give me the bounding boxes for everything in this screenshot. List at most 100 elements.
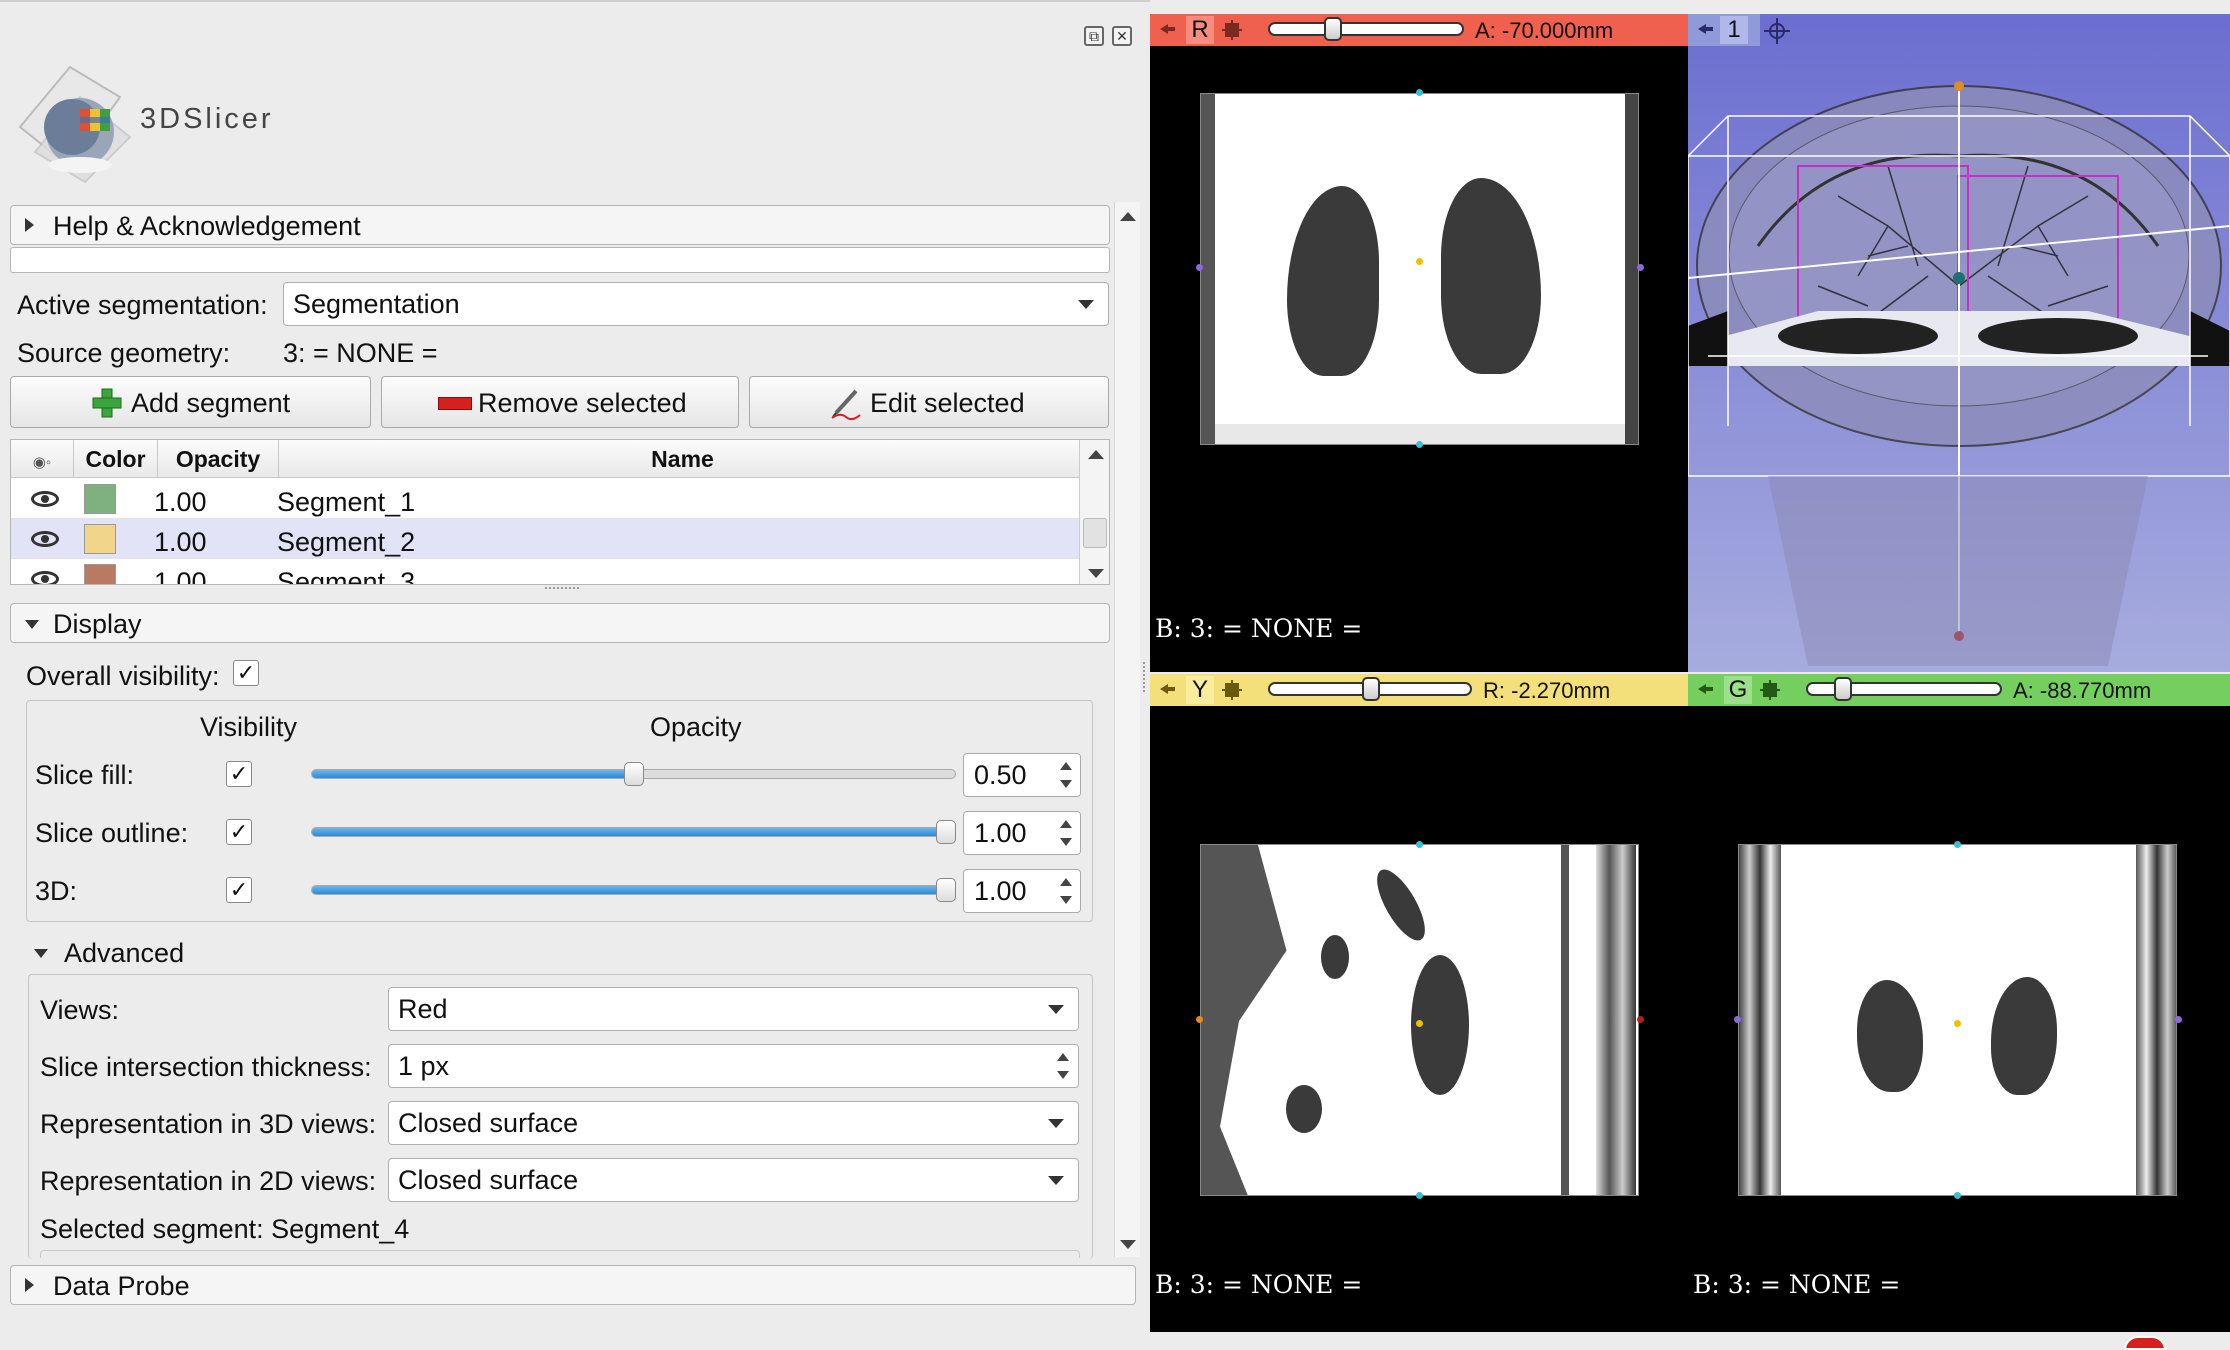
advanced-section-toggle[interactable]: Advanced	[26, 937, 326, 971]
name-column-header[interactable]: Name	[279, 440, 1087, 478]
segment-name[interactable]: Segment_2	[277, 527, 415, 558]
three-d-slider[interactable]	[311, 878, 956, 902]
yellow-slice-offset-slider[interactable]	[1268, 677, 1472, 701]
help-section-title: Help & Acknowledgement	[53, 211, 361, 241]
close-panel-button[interactable]: ✕	[1112, 26, 1132, 46]
segment-opacity[interactable]: 1.00	[154, 487, 207, 518]
representation-2d-combo[interactable]: Closed surface	[388, 1158, 1079, 1202]
panel-scrollbar[interactable]	[1114, 202, 1140, 1257]
slider-handle[interactable]	[1362, 677, 1380, 701]
slider-handle[interactable]	[624, 762, 644, 786]
spin-down-icon[interactable]	[1060, 896, 1072, 904]
slider-handle[interactable]	[936, 878, 956, 902]
status-bar	[1150, 1332, 2230, 1350]
spin-up-icon[interactable]	[1060, 878, 1072, 886]
splitter-handle[interactable]	[545, 587, 579, 591]
spin-down-icon[interactable]	[1060, 838, 1072, 846]
error-log-icon[interactable]	[2124, 1336, 2166, 1350]
slice-outline-slider[interactable]	[311, 820, 956, 844]
segment-name[interactable]: Segment_1	[277, 487, 415, 518]
pin-icon[interactable]	[1696, 22, 1714, 36]
spin-down-icon[interactable]	[1060, 780, 1072, 788]
slice-fill-slider[interactable]	[311, 762, 956, 786]
representation-3d-combo[interactable]: Closed surface	[388, 1101, 1079, 1145]
eye-icon[interactable]	[31, 531, 59, 547]
chevron-down-icon	[1048, 1119, 1064, 1128]
slice-fill-opacity-spinbox[interactable]: 0.50	[963, 753, 1081, 797]
link-icon[interactable]	[1760, 680, 1780, 700]
table-row[interactable]: 1.00 Segment_1	[11, 479, 1079, 519]
pin-icon[interactable]	[1696, 682, 1714, 696]
segment-color-swatch[interactable]	[84, 484, 116, 514]
green-slice-view[interactable]: G A: -88.770mm B: 3: = NONE =	[1688, 674, 2230, 1332]
green-view-letter[interactable]: G	[1724, 676, 1752, 704]
data-probe-section-title: Data Probe	[53, 1271, 190, 1301]
slider-handle[interactable]	[936, 820, 956, 844]
three-d-view[interactable]: 1	[1688, 14, 2230, 672]
scroll-down-icon[interactable]	[1120, 1240, 1136, 1249]
table-scrollbar[interactable]	[1079, 440, 1109, 584]
eye-icon[interactable]	[31, 491, 59, 507]
views-combo[interactable]: Red	[388, 987, 1079, 1031]
slice-intersection-thickness-spinbox[interactable]: 1 px	[388, 1044, 1079, 1088]
overall-visibility-label: Overall visibility:	[26, 661, 220, 691]
overall-visibility-checkbox[interactable]: ✓	[233, 660, 259, 686]
slider-handle[interactable]	[1834, 677, 1852, 701]
yellow-view-letter[interactable]: Y	[1186, 676, 1214, 704]
data-probe-section[interactable]: Data Probe	[10, 1265, 1136, 1305]
spin-up-icon[interactable]	[1060, 820, 1072, 828]
scroll-up-icon[interactable]	[1088, 450, 1104, 459]
slice-outline-checkbox[interactable]: ✓	[226, 819, 252, 845]
link-icon[interactable]	[1222, 680, 1242, 700]
scroll-thumb[interactable]	[1083, 518, 1107, 548]
pin-icon[interactable]	[1158, 22, 1176, 36]
slider-handle[interactable]	[1324, 17, 1342, 41]
table-row[interactable]: 1.00 Segment_2	[11, 519, 1079, 559]
float-panel-button[interactable]: ⧉	[1084, 26, 1104, 46]
segment-color-swatch[interactable]	[84, 524, 116, 554]
eye-icon[interactable]	[31, 571, 59, 584]
opacity-column-header[interactable]: Opacity	[158, 440, 279, 478]
spin-up-icon[interactable]	[1060, 762, 1072, 770]
slice-intersection-thickness-label: Slice intersection thickness:	[40, 1052, 372, 1082]
red-ct-image	[1200, 93, 1639, 445]
segment-color-swatch[interactable]	[84, 564, 116, 584]
add-segment-button[interactable]: Add segment	[10, 376, 371, 428]
segment-opacity[interactable]: 1.00	[154, 567, 207, 584]
panel-splitter-dots[interactable]	[1143, 662, 1147, 692]
link-icon[interactable]	[1222, 20, 1242, 40]
logo-text: 3DSlicer	[140, 103, 274, 135]
selected-segment-frame	[40, 1250, 1080, 1258]
color-column-header[interactable]: Color	[74, 440, 158, 478]
slice-outline-opacity-spinbox[interactable]: 1.00	[963, 811, 1081, 855]
red-slice-view[interactable]: R A: -70.000mm B: 3: = NONE =	[1150, 14, 1688, 672]
visibility-column-header[interactable]: ◉◦	[11, 440, 74, 478]
active-segmentation-combo[interactable]: Segmentation	[283, 282, 1109, 326]
spin-down-icon[interactable]	[1057, 1071, 1069, 1079]
red-slice-offset-slider[interactable]	[1268, 17, 1464, 41]
three-d-checkbox[interactable]: ✓	[226, 877, 252, 903]
help-section[interactable]: Help & Acknowledgement	[10, 205, 1110, 245]
three-d-opacity-spinbox[interactable]: 1.00	[963, 869, 1081, 913]
slice-fill-checkbox[interactable]: ✓	[226, 761, 252, 787]
scroll-down-icon[interactable]	[1088, 569, 1104, 578]
three-d-view-controller: 1	[1688, 14, 1760, 46]
center-view-icon[interactable]	[1764, 18, 1790, 44]
lung-shape	[1368, 862, 1434, 948]
remove-selected-button[interactable]: Remove selected	[381, 376, 739, 428]
edit-selected-button[interactable]: Edit selected	[749, 376, 1109, 428]
spin-up-icon[interactable]	[1057, 1053, 1069, 1061]
segment-opacity[interactable]: 1.00	[154, 527, 207, 558]
segment-name[interactable]: Segment_3	[277, 567, 415, 584]
display-section[interactable]: Display	[10, 603, 1110, 643]
active-segmentation-value: Segmentation	[293, 289, 460, 319]
scroll-up-icon[interactable]	[1120, 212, 1136, 221]
three-d-view-letter[interactable]: 1	[1720, 16, 1748, 44]
table-row[interactable]: 1.00 Segment_3	[11, 559, 1079, 584]
pencil-icon	[831, 389, 861, 421]
segments-table[interactable]: ◉◦ Color Opacity Name 1.00 Segment_1 1.0…	[10, 439, 1110, 585]
pin-icon[interactable]	[1158, 682, 1176, 696]
red-view-letter[interactable]: R	[1186, 16, 1214, 44]
yellow-slice-view[interactable]: Y R: -2.270mm B: 3: = NONE =	[1150, 674, 1688, 1332]
green-slice-offset-slider[interactable]	[1806, 677, 2002, 701]
